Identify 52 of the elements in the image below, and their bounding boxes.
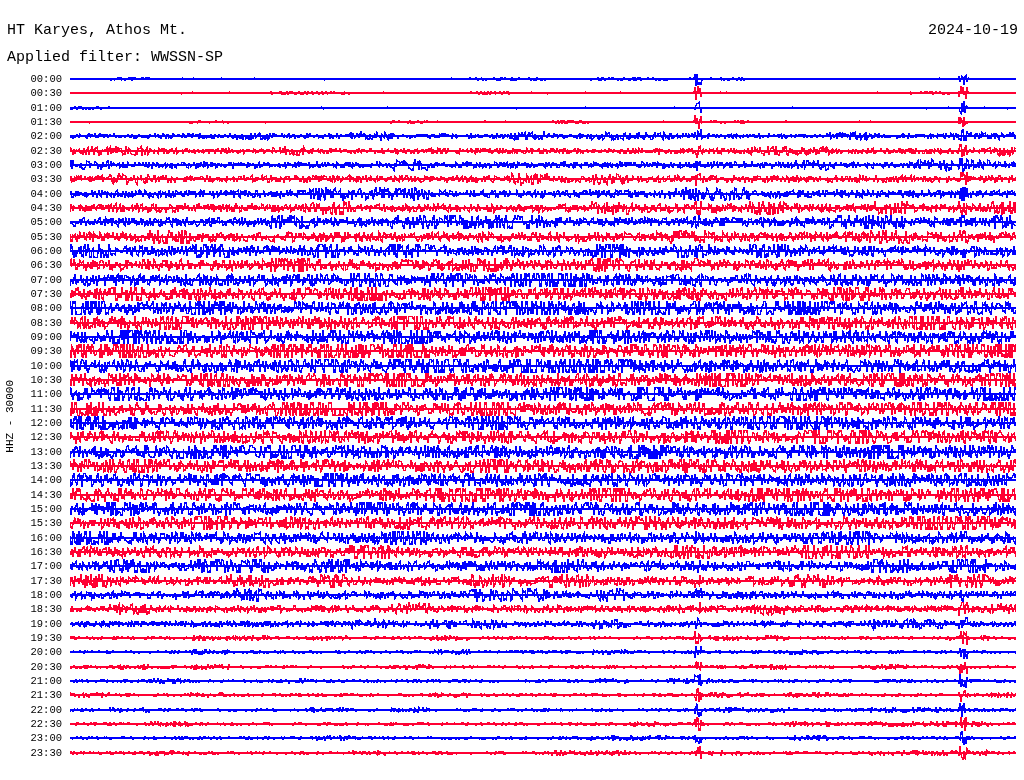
time-label: 04:00 bbox=[29, 187, 63, 200]
time-label: 08:00 bbox=[29, 302, 63, 315]
time-label: 16:30 bbox=[29, 546, 63, 558]
axis-label: HHZ - 30000 bbox=[4, 379, 16, 453]
time-label: 09:30 bbox=[29, 345, 63, 358]
time-label: 02:00 bbox=[29, 130, 63, 143]
time-label: 13:00 bbox=[29, 445, 63, 458]
time-label: 09:00 bbox=[29, 331, 63, 344]
time-label: 01:00 bbox=[29, 101, 63, 114]
time-label: 14:30 bbox=[29, 488, 63, 501]
time-label: 11:30 bbox=[29, 402, 63, 415]
time-label: 07:00 bbox=[29, 273, 63, 286]
time-label: 19:30 bbox=[29, 631, 63, 644]
time-label: 02:30 bbox=[29, 144, 63, 157]
time-label: 03:00 bbox=[29, 159, 63, 172]
time-label: 03:30 bbox=[29, 173, 63, 186]
time-label: 20:30 bbox=[29, 660, 63, 673]
time-label: 06:00 bbox=[29, 245, 63, 258]
time-label: 06:30 bbox=[29, 259, 63, 272]
time-label: 18:30 bbox=[29, 603, 63, 616]
station-title: HT Karyes, Athos Mt. bbox=[7, 22, 188, 39]
time-label: 05:30 bbox=[29, 230, 63, 243]
time-label: 13:30 bbox=[29, 460, 63, 472]
time-label: 11:00 bbox=[29, 388, 63, 401]
time-label: 23:30 bbox=[29, 746, 63, 759]
time-label: 05:00 bbox=[29, 216, 63, 229]
filter-label: Applied filter: WWSSN-SP bbox=[6, 49, 225, 66]
date-label: 2024-10-19 bbox=[928, 22, 1018, 39]
time-label: 19:00 bbox=[29, 617, 63, 630]
time-label: 18:00 bbox=[29, 588, 63, 601]
time-label: 21:30 bbox=[29, 689, 63, 702]
time-label: 15:30 bbox=[29, 517, 63, 530]
time-label: 04:30 bbox=[29, 202, 63, 215]
time-label: 16:00 bbox=[29, 531, 63, 544]
time-label: 23:00 bbox=[29, 732, 63, 745]
time-label: 14:00 bbox=[29, 474, 63, 487]
time-label: 12:30 bbox=[29, 431, 63, 444]
time-label: 07:30 bbox=[29, 288, 63, 301]
time-label: 01:30 bbox=[29, 116, 63, 129]
time-label: 20:00 bbox=[29, 646, 63, 659]
time-label: 08:30 bbox=[29, 316, 63, 329]
time-label: 21:00 bbox=[29, 674, 63, 687]
time-label: 12:00 bbox=[29, 417, 63, 430]
time-label: 17:00 bbox=[29, 560, 63, 573]
time-label: 10:00 bbox=[29, 359, 63, 372]
time-label: 22:00 bbox=[29, 703, 63, 716]
time-label: 15:00 bbox=[29, 503, 63, 515]
time-label: 22:30 bbox=[29, 717, 63, 730]
time-label: 10:30 bbox=[29, 374, 63, 387]
time-label: 00:30 bbox=[29, 87, 63, 100]
time-label: 00:00 bbox=[29, 73, 63, 86]
time-label: 17:30 bbox=[29, 574, 63, 587]
